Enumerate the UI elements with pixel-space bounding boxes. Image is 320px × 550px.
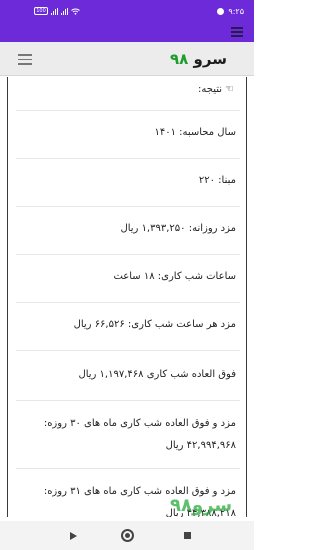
result-row-hourly-night-wage: مزد هر ساعت شب کاری: ۶۶,۵۲۶ ریال [16, 302, 240, 350]
status-icons-right: ۹:۲۵ [217, 7, 244, 16]
back-triangle-icon[interactable] [70, 532, 77, 540]
signal-icon-2 [61, 7, 68, 15]
result-row-daily-wage: مزد روزانه: ۱,۳۹۳,۲۵۰ ریال [16, 206, 240, 254]
signal-icon [51, 7, 58, 15]
result-row-night-overtime: فوق العاده شب کاری ۱,۱۹۷,۴۶۸ ریال [16, 350, 240, 400]
result-title-text: نتیجه: [198, 84, 223, 95]
recent-square-icon[interactable] [184, 532, 191, 539]
hamburger-menu-icon[interactable] [18, 54, 32, 68]
logo-number: ۹۸ [170, 50, 189, 68]
status-icons-left: 100 [34, 7, 80, 15]
battery-icon: 100 [34, 7, 48, 15]
logo-word: سرو [193, 50, 227, 68]
top-menu-icon[interactable] [231, 27, 243, 39]
site-header: سرو ۹۸ [0, 42, 254, 76]
top-strip [0, 23, 254, 42]
result-title: ☜نتیجه: [8, 81, 246, 107]
watermark-logo: سرو۹۸ [170, 495, 233, 516]
result-row-night-hours: ساعات شب کاری: ۱۸ ساعت [16, 254, 240, 302]
home-circle-icon[interactable] [121, 529, 134, 542]
wifi-icon [71, 8, 80, 15]
result-row-base: مبنا: ۲۲۰ [16, 158, 240, 206]
result-row-year: سال محاسبه: ۱۴۰۱ [16, 110, 240, 158]
result-row-total-30-days: مزد و فوق العاده شب کاری ماه های ۳۰ روزه… [16, 400, 240, 468]
system-nav-bar [0, 521, 254, 550]
status-time: ۹:۲۵ [228, 7, 244, 16]
site-logo[interactable]: سرو ۹۸ [170, 50, 227, 68]
notification-icon [217, 8, 225, 15]
result-panel: ☜نتیجه: سال محاسبه: ۱۴۰۱ مبنا: ۲۲۰ مزد ر… [7, 77, 247, 517]
pointing-hand-icon: ☜ [225, 84, 234, 95]
status-bar: 100 ۹:۲۵ [0, 0, 254, 23]
